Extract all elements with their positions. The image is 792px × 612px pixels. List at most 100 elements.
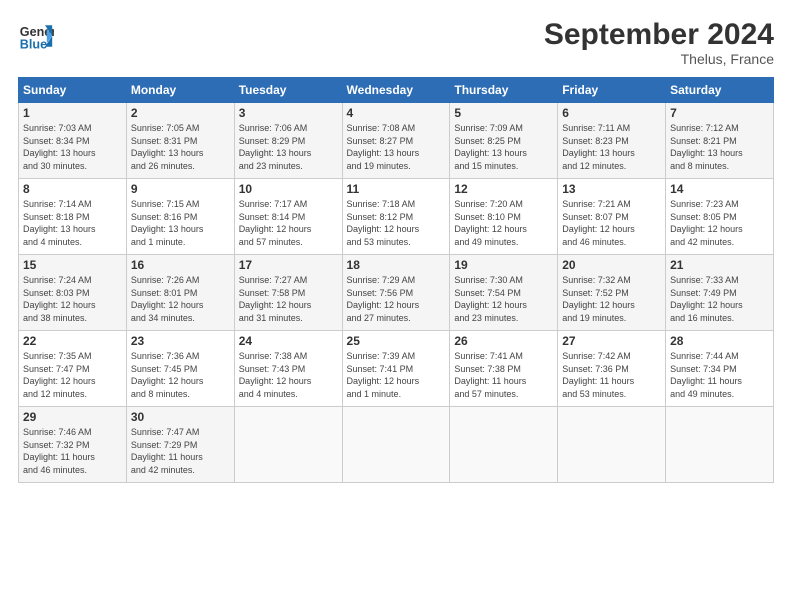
day-number: 6 [562,106,661,120]
day-number: 11 [347,182,446,196]
day-number: 23 [131,334,230,348]
day-info: Sunrise: 7:05 AM Sunset: 8:31 PM Dayligh… [131,122,230,172]
day-info: Sunrise: 7:24 AM Sunset: 8:03 PM Dayligh… [23,274,122,324]
day-info: Sunrise: 7:17 AM Sunset: 8:14 PM Dayligh… [239,198,338,248]
day-number: 18 [347,258,446,272]
table-row: 22 Sunrise: 7:35 AM Sunset: 7:47 PM Dayli… [19,331,127,407]
day-info: Sunrise: 7:12 AM Sunset: 8:21 PM Dayligh… [670,122,769,172]
logo-icon: General Blue [18,18,54,54]
calendar-week-row: 8 Sunrise: 7:14 AM Sunset: 8:18 PM Daylig… [19,179,774,255]
day-info: Sunrise: 7:30 AM Sunset: 7:54 PM Dayligh… [454,274,553,324]
table-row: 29 Sunrise: 7:46 AM Sunset: 7:32 PM Dayli… [19,407,127,483]
table-row [450,407,558,483]
table-row: 18 Sunrise: 7:29 AM Sunset: 7:56 PM Dayli… [342,255,450,331]
col-saturday: Saturday [666,78,774,103]
day-info: Sunrise: 7:38 AM Sunset: 7:43 PM Dayligh… [239,350,338,400]
day-number: 16 [131,258,230,272]
day-number: 17 [239,258,338,272]
day-number: 29 [23,410,122,424]
table-row: 16Sunrise: 7:26 AM Sunset: 8:01 PM Dayli… [126,255,234,331]
table-row: 24 Sunrise: 7:38 AM Sunset: 7:43 PM Dayli… [234,331,342,407]
day-info: Sunrise: 7:20 AM Sunset: 8:10 PM Dayligh… [454,198,553,248]
day-info: Sunrise: 7:46 AM Sunset: 7:32 PM Dayligh… [23,426,122,476]
calendar-week-row: 29 Sunrise: 7:46 AM Sunset: 7:32 PM Dayli… [19,407,774,483]
day-info: Sunrise: 7:14 AM Sunset: 8:18 PM Dayligh… [23,198,122,248]
day-number: 5 [454,106,553,120]
day-number: 2 [131,106,230,120]
day-info: Sunrise: 7:06 AM Sunset: 8:29 PM Dayligh… [239,122,338,172]
day-info: Sunrise: 7:08 AM Sunset: 8:27 PM Dayligh… [347,122,446,172]
day-info: Sunrise: 7:23 AM Sunset: 8:05 PM Dayligh… [670,198,769,248]
col-wednesday: Wednesday [342,78,450,103]
table-row: 12 Sunrise: 7:20 AM Sunset: 8:10 PM Dayli… [450,179,558,255]
table-row: 5Sunrise: 7:09 AM Sunset: 8:25 PM Daylig… [450,103,558,179]
col-tuesday: Tuesday [234,78,342,103]
day-number: 7 [670,106,769,120]
day-info: Sunrise: 7:32 AM Sunset: 7:52 PM Dayligh… [562,274,661,324]
day-number: 24 [239,334,338,348]
day-info: Sunrise: 7:18 AM Sunset: 8:12 PM Dayligh… [347,198,446,248]
day-number: 22 [23,334,122,348]
month-title: September 2024 [544,18,774,51]
table-row: 8 Sunrise: 7:14 AM Sunset: 8:18 PM Daylig… [19,179,127,255]
day-number: 25 [347,334,446,348]
table-row: 10 Sunrise: 7:17 AM Sunset: 8:14 PM Dayli… [234,179,342,255]
day-number: 15 [23,258,122,272]
day-number: 12 [454,182,553,196]
table-row [558,407,666,483]
day-number: 9 [131,182,230,196]
day-info: Sunrise: 7:03 AM Sunset: 8:34 PM Dayligh… [23,122,122,172]
day-number: 28 [670,334,769,348]
table-row: 6 Sunrise: 7:11 AM Sunset: 8:23 PM Daylig… [558,103,666,179]
table-row: 14 Sunrise: 7:23 AM Sunset: 8:05 PM Dayli… [666,179,774,255]
table-row: 11 Sunrise: 7:18 AM Sunset: 8:12 PM Dayli… [342,179,450,255]
table-row: 20 Sunrise: 7:32 AM Sunset: 7:52 PM Dayli… [558,255,666,331]
day-number: 19 [454,258,553,272]
day-number: 20 [562,258,661,272]
table-row: 7 Sunrise: 7:12 AM Sunset: 8:21 PM Daylig… [666,103,774,179]
table-row: 25Sunrise: 7:39 AM Sunset: 7:41 PM Dayli… [342,331,450,407]
day-info: Sunrise: 7:44 AM Sunset: 7:34 PM Dayligh… [670,350,769,400]
day-number: 8 [23,182,122,196]
calendar-week-row: 1Sunrise: 7:03 AM Sunset: 8:34 PM Daylig… [19,103,774,179]
day-info: Sunrise: 7:42 AM Sunset: 7:36 PM Dayligh… [562,350,661,400]
table-row [666,407,774,483]
day-number: 21 [670,258,769,272]
day-number: 10 [239,182,338,196]
table-row [234,407,342,483]
table-row: 9 Sunrise: 7:15 AM Sunset: 8:16 PM Daylig… [126,179,234,255]
table-row: 4Sunrise: 7:08 AM Sunset: 8:27 PM Daylig… [342,103,450,179]
calendar-week-row: 15 Sunrise: 7:24 AM Sunset: 8:03 PM Dayli… [19,255,774,331]
day-info: Sunrise: 7:47 AM Sunset: 7:29 PM Dayligh… [131,426,230,476]
calendar-header-row: Sunday Monday Tuesday Wednesday Thursday… [19,78,774,103]
table-row: 13 Sunrise: 7:21 AM Sunset: 8:07 PM Dayli… [558,179,666,255]
page-header: General Blue September 2024 Thelus, Fran… [18,18,774,67]
day-info: Sunrise: 7:11 AM Sunset: 8:23 PM Dayligh… [562,122,661,172]
calendar-table: Sunday Monday Tuesday Wednesday Thursday… [18,77,774,483]
col-monday: Monday [126,78,234,103]
table-row: 1Sunrise: 7:03 AM Sunset: 8:34 PM Daylig… [19,103,127,179]
day-info: Sunrise: 7:35 AM Sunset: 7:47 PM Dayligh… [23,350,122,400]
table-row: 26Sunrise: 7:41 AM Sunset: 7:38 PM Dayli… [450,331,558,407]
title-section: September 2024 Thelus, France [544,18,774,67]
day-info: Sunrise: 7:29 AM Sunset: 7:56 PM Dayligh… [347,274,446,324]
table-row: 19 Sunrise: 7:30 AM Sunset: 7:54 PM Dayli… [450,255,558,331]
col-sunday: Sunday [19,78,127,103]
location: Thelus, France [544,51,774,67]
day-number: 14 [670,182,769,196]
logo: General Blue [18,18,54,54]
table-row: 3Sunrise: 7:06 AM Sunset: 8:29 PM Daylig… [234,103,342,179]
table-row: 2 Sunrise: 7:05 AM Sunset: 8:31 PM Daylig… [126,103,234,179]
day-info: Sunrise: 7:27 AM Sunset: 7:58 PM Dayligh… [239,274,338,324]
table-row: 17 Sunrise: 7:27 AM Sunset: 7:58 PM Dayli… [234,255,342,331]
day-info: Sunrise: 7:21 AM Sunset: 8:07 PM Dayligh… [562,198,661,248]
day-info: Sunrise: 7:33 AM Sunset: 7:49 PM Dayligh… [670,274,769,324]
table-row: 15 Sunrise: 7:24 AM Sunset: 8:03 PM Dayli… [19,255,127,331]
calendar-body: 1Sunrise: 7:03 AM Sunset: 8:34 PM Daylig… [19,103,774,483]
day-info: Sunrise: 7:36 AM Sunset: 7:45 PM Dayligh… [131,350,230,400]
col-thursday: Thursday [450,78,558,103]
table-row: 21 Sunrise: 7:33 AM Sunset: 7:49 PM Dayli… [666,255,774,331]
day-number: 30 [131,410,230,424]
day-number: 13 [562,182,661,196]
day-info: Sunrise: 7:15 AM Sunset: 8:16 PM Dayligh… [131,198,230,248]
